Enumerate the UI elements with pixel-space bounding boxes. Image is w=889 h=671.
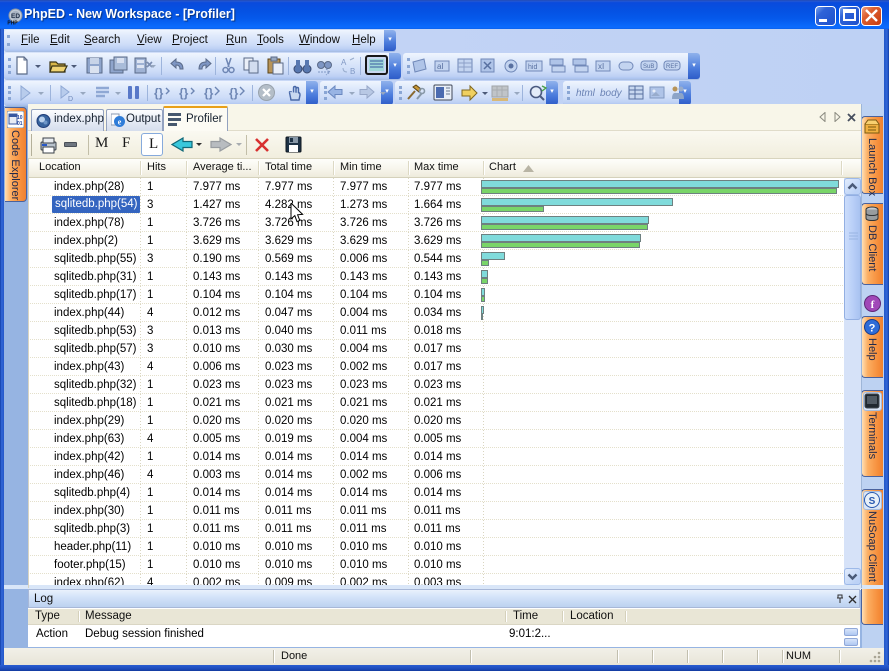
svg-text:B: B <box>350 67 355 76</box>
svg-text:f: f <box>871 299 875 311</box>
svg-text:{}: {} <box>154 86 164 100</box>
svg-text:hid: hid <box>528 64 537 71</box>
svg-text:PHP: PHP <box>7 21 18 26</box>
svg-text:xI: xI <box>598 62 604 71</box>
svg-text:e: e <box>118 118 122 127</box>
svg-text:?: ? <box>869 323 876 335</box>
svg-text:{}: {} <box>204 86 214 100</box>
svg-text:S: S <box>869 496 876 507</box>
svg-text:{}: {} <box>229 86 239 100</box>
svg-text:REF: REF <box>666 64 678 70</box>
svg-text:D: D <box>68 96 73 103</box>
svg-text:A: A <box>341 58 347 67</box>
svg-text:aI: aI <box>437 62 444 71</box>
svg-text:01: 01 <box>17 121 23 127</box>
svg-text:ED: ED <box>11 13 20 20</box>
svg-text:SuB: SuB <box>643 64 654 70</box>
svg-text:{}: {} <box>179 86 189 100</box>
